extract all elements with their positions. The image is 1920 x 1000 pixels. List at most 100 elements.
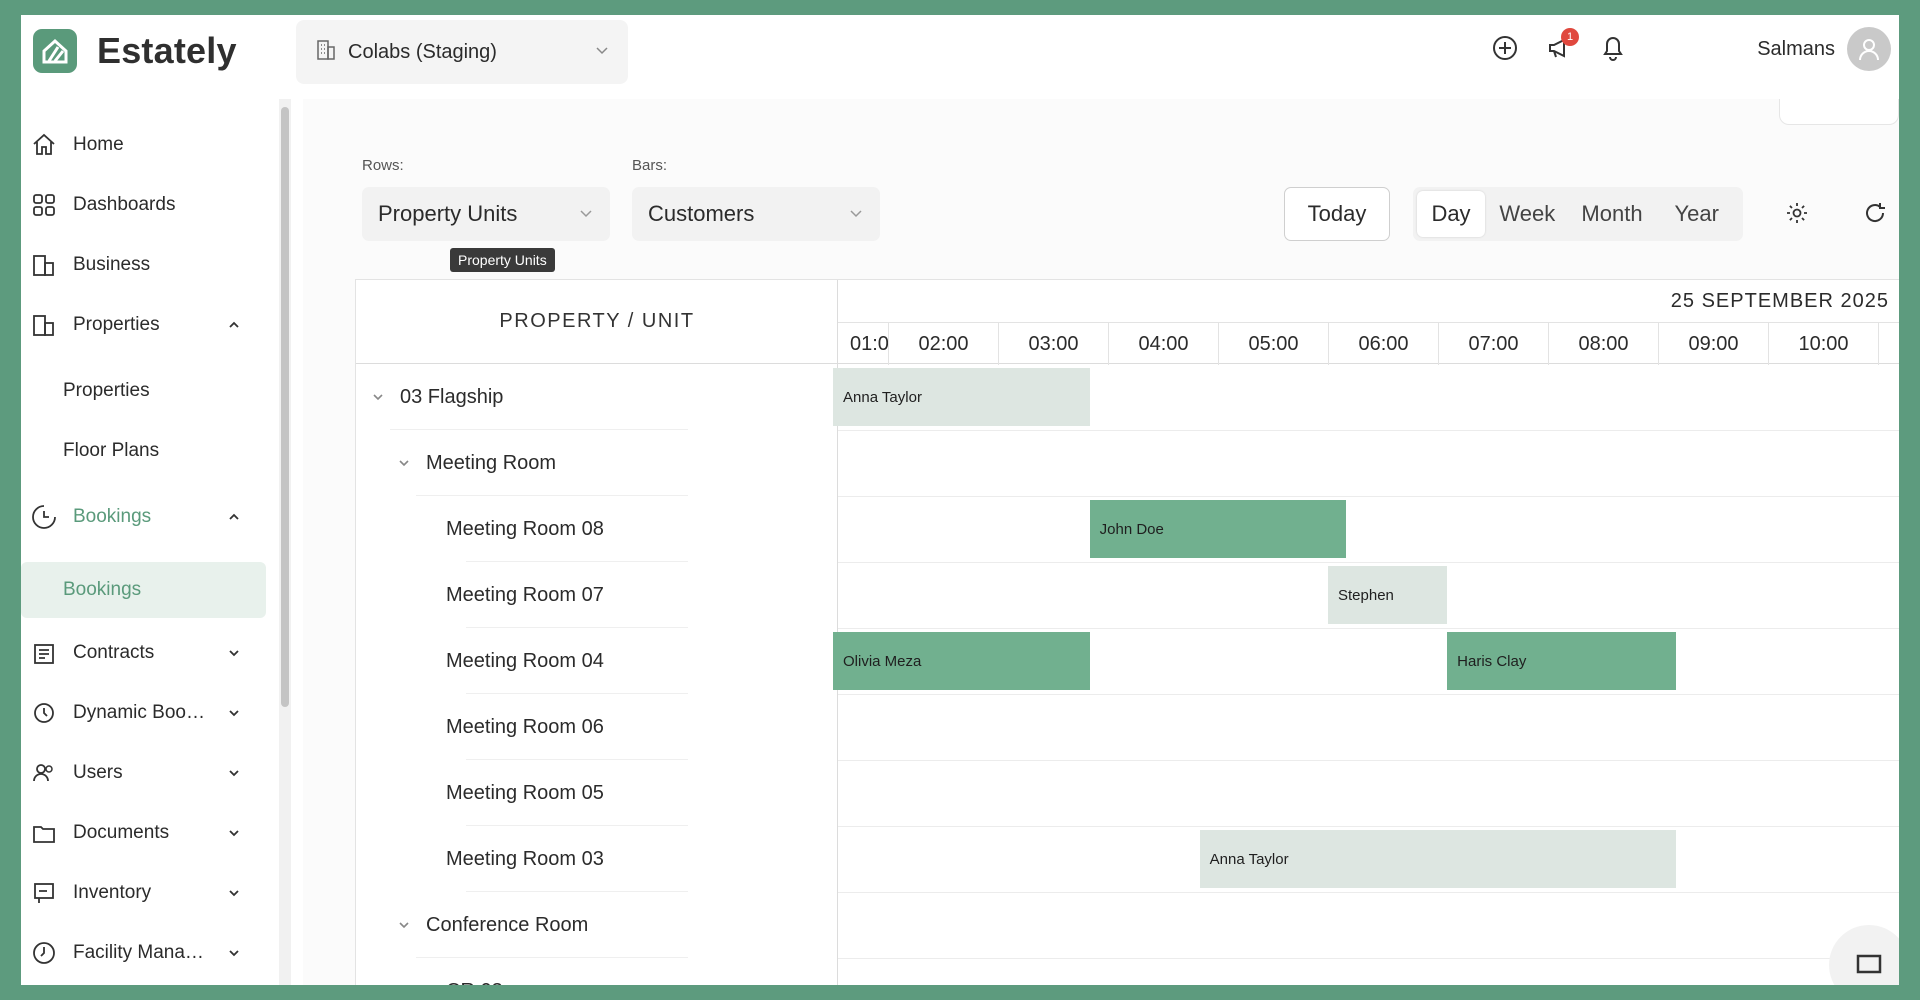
unit-column-header: PROPERTY / UNIT	[356, 280, 838, 364]
booking-bar[interactable]: Stephen	[1328, 566, 1448, 624]
chevron-down-icon	[224, 706, 244, 720]
sidebar-item-properties[interactable]: Properties	[21, 297, 266, 353]
chevron-down-icon	[224, 766, 244, 780]
booking-customer-label: Stephen	[1338, 586, 1394, 604]
clock-icon	[29, 698, 59, 728]
hour-label: 08:00	[1548, 323, 1658, 365]
rows-tooltip: Property Units	[450, 248, 555, 272]
booking-scheduler: PROPERTY / UNIT 03 Flagship Meeting Room M…	[355, 279, 1899, 985]
grid-icon	[29, 190, 59, 220]
sidebar-item-facility-management[interactable]: Facility Manage...	[21, 925, 266, 981]
tree-row-label: CR 03	[446, 980, 503, 986]
booking-bar[interactable]: John Doe	[1089, 500, 1347, 558]
header-actions: 1	[1489, 28, 1629, 64]
timeline-row-divider	[838, 892, 1899, 893]
hour-label: 07:00	[1438, 323, 1548, 365]
rows-select[interactable]: Property Units	[362, 187, 610, 241]
tree-unit-row[interactable]: Meeting Room 05	[356, 760, 838, 826]
tree-unit-row[interactable]: Meeting Room 03	[356, 826, 838, 892]
properties-icon	[29, 310, 59, 340]
hour-label: 04:00	[1108, 323, 1218, 365]
tree-group-row[interactable]: Conference Room	[356, 892, 838, 958]
bars-select[interactable]: Customers	[632, 187, 880, 241]
tree-row-label: 03 Flagship	[400, 385, 504, 408]
main-content: Rows: Property Units Bars: Customers Pro…	[303, 99, 1899, 985]
sidebar-scroll-thumb[interactable]	[281, 107, 289, 707]
sidebar-subitem-properties[interactable]: Properties	[21, 363, 266, 419]
chevron-down-icon	[578, 201, 594, 227]
booking-customer-label: Anna Taylor	[843, 388, 922, 406]
tree-unit-row[interactable]: Meeting Room 04	[356, 628, 838, 694]
hour-label: 05:00	[1218, 323, 1328, 365]
sidebar: Home Dashboards Business Properties Prop…	[21, 99, 291, 985]
sidebar-subitem-bookings[interactable]: Bookings	[21, 562, 266, 618]
booking-customer-label: Olivia Meza	[843, 652, 922, 670]
timeline-row-divider	[838, 694, 1899, 695]
tree-group-row[interactable]: Meeting Room	[356, 430, 838, 496]
hour-label: 10:00	[1768, 323, 1878, 365]
tree-group-row[interactable]: 03 Flagship	[356, 364, 838, 430]
tree-unit-row[interactable]: Meeting Room 06	[356, 694, 838, 760]
add-button[interactable]	[1489, 32, 1521, 64]
tree-unit-row[interactable]: CR 03	[356, 958, 838, 986]
view-week-button[interactable]: Week	[1485, 191, 1570, 237]
view-year-button[interactable]: Year	[1654, 191, 1739, 237]
app-logo[interactable]: Estately	[33, 29, 237, 73]
caret-down-icon[interactable]	[370, 391, 386, 403]
timeline-row-divider	[838, 628, 1899, 629]
chevron-down-icon	[224, 826, 244, 840]
today-button[interactable]: Today	[1284, 187, 1390, 241]
caret-down-icon[interactable]	[396, 457, 412, 469]
announcements-button[interactable]: 1	[1543, 28, 1579, 64]
booking-bar[interactable]: Haris Clay	[1447, 632, 1677, 690]
booking-bar[interactable]: Anna Taylor	[1199, 830, 1677, 888]
app-window: Estately Colabs (Staging) 1 Salmans Home…	[21, 15, 1899, 985]
booking-customer-label: Anna Taylor	[1209, 850, 1289, 868]
hour-label: 03:00	[998, 323, 1108, 365]
gear-icon	[1787, 203, 1807, 223]
user-name: Salmans	[1757, 37, 1835, 60]
sidebar-item-business[interactable]: Business	[21, 237, 266, 293]
clock-icon	[29, 502, 59, 532]
sidebar-item-documents[interactable]: Documents	[21, 805, 266, 861]
chevron-down-icon	[224, 646, 244, 660]
settings-button[interactable]	[1779, 195, 1815, 231]
tree-row-label: Meeting Room 06	[446, 715, 604, 738]
booking-bar[interactable]: Olivia Meza	[833, 632, 1090, 690]
chevron-down-icon	[224, 886, 244, 900]
sidebar-item-contracts[interactable]: Contracts	[21, 625, 266, 681]
workspace-label: Colabs (Staging)	[348, 40, 497, 63]
view-day-button[interactable]: Day	[1417, 191, 1485, 237]
workspace-selector[interactable]: Colabs (Staging)	[296, 20, 628, 84]
sidebar-item-dashboards[interactable]: Dashboards	[21, 177, 266, 233]
view-switcher: Day Week Month Year	[1413, 187, 1743, 241]
bell-icon	[1603, 37, 1623, 61]
caret-down-icon[interactable]	[396, 919, 412, 931]
booking-bar[interactable]: Anna Taylor	[833, 368, 1090, 426]
hour-label: 06:00	[1328, 323, 1438, 365]
timeline-row-divider	[838, 958, 1899, 959]
user-menu[interactable]: Salmans	[1757, 27, 1891, 71]
sidebar-item-users[interactable]: Users	[21, 745, 266, 801]
sidebar-subitem-floor-plans[interactable]: Floor Plans	[21, 423, 266, 479]
unit-tree: PROPERTY / UNIT 03 Flagship Meeting Room M…	[356, 280, 838, 985]
view-month-button[interactable]: Month	[1570, 191, 1655, 237]
tree-unit-row[interactable]: Meeting Room 07	[356, 562, 838, 628]
chevron-down-icon	[594, 42, 610, 63]
sidebar-item-inventory[interactable]: Inventory	[21, 865, 266, 921]
hour-label: 09:00	[1658, 323, 1768, 365]
tree-row-label: Meeting Room 07	[446, 583, 604, 606]
logo-mark-icon	[33, 29, 77, 73]
refresh-button[interactable]	[1857, 195, 1893, 231]
tree-row-label: Meeting Room 03	[446, 847, 604, 870]
sidebar-item-bookings[interactable]: Bookings	[21, 489, 266, 545]
sidebar-item-home[interactable]: Home	[21, 117, 266, 173]
tree-unit-row[interactable]: Meeting Room 08	[356, 496, 838, 562]
inventory-icon	[29, 878, 59, 908]
timeline-row-divider	[838, 430, 1899, 431]
timeline-date: 25 SEPTEMBER 2025	[1670, 290, 1889, 312]
sidebar-scrollbar[interactable]	[279, 99, 291, 985]
sidebar-item-dynamic-bookings[interactable]: Dynamic Bookin...	[21, 685, 266, 741]
notifications-button[interactable]	[1597, 32, 1629, 64]
tree-row-label: Conference Room	[426, 913, 589, 936]
